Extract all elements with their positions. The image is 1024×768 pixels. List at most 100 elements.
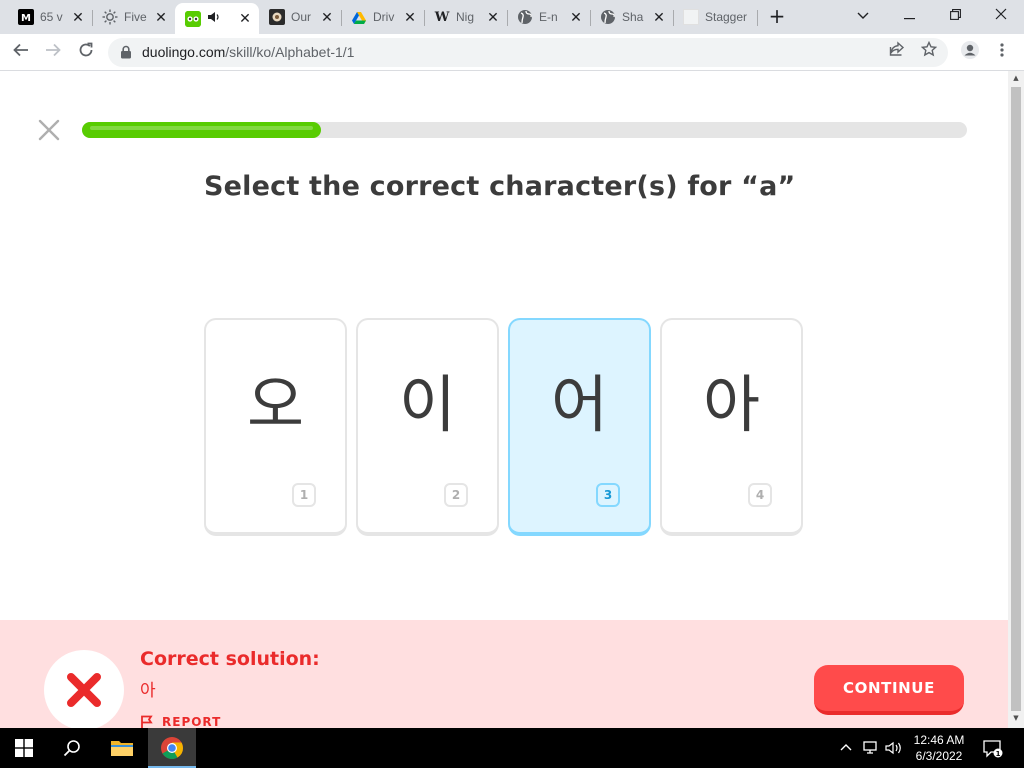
back-button[interactable] <box>8 40 34 66</box>
progress-fill <box>82 122 321 138</box>
chrome-taskbar-button[interactable] <box>148 728 196 768</box>
audio-playing-icon[interactable] <box>207 11 237 26</box>
new-tab-button[interactable]: + <box>766 5 788 27</box>
feedback-panel: Correct solution: 아 REPORT CONTINUE <box>0 620 1008 728</box>
close-icon[interactable]: ✕ <box>485 9 501 26</box>
correct-solution-text: 아 <box>140 681 156 701</box>
continue-button[interactable]: CONTINUE <box>814 665 964 715</box>
tab-title: Our <box>291 10 312 24</box>
close-icon <box>38 119 60 141</box>
choice-character: 어 <box>550 368 609 441</box>
close-icon[interactable]: ✕ <box>237 10 253 27</box>
medium-icon: M <box>18 9 34 25</box>
file-explorer-button[interactable] <box>98 728 146 768</box>
globe-icon <box>517 9 533 25</box>
page-scrollbar[interactable]: ▲ ▼ <box>1008 71 1024 728</box>
challenge-prompt: Select the correct character(s) for “a” <box>204 171 796 202</box>
tab-title: 65 v <box>40 10 63 24</box>
scrollbar-thumb[interactable] <box>1011 87 1021 711</box>
close-icon[interactable]: ✕ <box>402 9 418 26</box>
tab-wikipedia[interactable]: W Nig ✕ <box>424 3 508 31</box>
quit-lesson-button[interactable] <box>36 117 62 143</box>
browser-tab-strip: M 65 v ✕ Five ✕ ✕ Our ✕ Driv ✕ W Nig ✕ E… <box>0 0 1024 34</box>
tab-medium[interactable]: M 65 v ✕ <box>8 3 93 31</box>
tab-title: Five <box>124 10 147 24</box>
tab-title: Stagger <box>705 10 748 24</box>
report-button[interactable]: REPORT <box>140 715 221 728</box>
svg-text:M: M <box>21 13 31 24</box>
windows-taskbar: 12:46 AM 6/3/2022 1 <box>0 728 1024 768</box>
action-center-button[interactable]: 1 <box>982 740 1004 758</box>
browser-toolbar: duolingo.com/skill/ko/Alphabet-1/1 <box>0 34 1024 71</box>
profile-button[interactable] <box>957 40 983 66</box>
reload-icon <box>79 42 93 57</box>
photo-icon <box>269 9 285 25</box>
tab-sha[interactable]: Sha ✕ <box>590 3 674 31</box>
tab-title: Sha <box>622 10 644 24</box>
taskbar-clock[interactable]: 12:46 AM 6/3/2022 <box>900 732 978 764</box>
windows-logo-icon <box>15 739 33 757</box>
globe-icon <box>600 9 616 25</box>
choice-list: 오 1 이 2 어 3 아 4 <box>204 318 804 538</box>
taskbar-search-button[interactable] <box>48 728 96 768</box>
network-icon[interactable] <box>862 740 880 756</box>
tab-search-button[interactable] <box>840 0 886 30</box>
tab-drive[interactable]: Driv ✕ <box>341 3 425 31</box>
forward-button[interactable] <box>40 40 66 66</box>
choice-card-2[interactable]: 이 2 <box>356 318 499 536</box>
lock-icon[interactable] <box>119 45 133 59</box>
report-label: REPORT <box>162 715 222 728</box>
close-icon[interactable]: ✕ <box>568 9 584 26</box>
restore-icon <box>949 9 961 20</box>
browser-menu-button[interactable] <box>989 40 1015 66</box>
choice-character: 이 <box>398 368 457 441</box>
clock-time: 12:46 AM <box>913 733 965 747</box>
choice-card-1[interactable]: 오 1 <box>204 318 347 536</box>
close-icon <box>995 8 1007 20</box>
back-arrow-icon <box>13 43 28 57</box>
scroll-down-arrow-icon[interactable]: ▼ <box>1008 714 1024 722</box>
choice-card-3[interactable]: 어 3 <box>508 318 651 536</box>
choice-card-4[interactable]: 아 4 <box>660 318 803 536</box>
correct-solution-heading: Correct solution: <box>140 648 320 670</box>
minimize-button[interactable] <box>886 0 932 30</box>
share-icon[interactable] <box>886 41 908 63</box>
url-text[interactable]: duolingo.com/skill/ko/Alphabet-1/1 <box>142 38 354 67</box>
close-icon[interactable]: ✕ <box>319 9 335 26</box>
tab-title: Driv <box>373 10 395 24</box>
folder-icon <box>111 741 133 756</box>
show-hidden-icons-button[interactable] <box>838 740 854 756</box>
minimize-icon <box>903 18 915 20</box>
close-window-button[interactable] <box>978 0 1024 30</box>
close-icon[interactable]: ✕ <box>70 9 86 26</box>
clock-date: 6/3/2022 <box>915 749 963 763</box>
restore-button[interactable] <box>932 0 978 30</box>
tab-separator <box>757 10 758 26</box>
tab-en[interactable]: E-n ✕ <box>507 3 591 31</box>
close-icon[interactable]: ✕ <box>153 9 169 26</box>
choice-key-hint: 1 <box>292 483 316 507</box>
lesson-page: Select the correct character(s) for “a” … <box>0 71 1008 728</box>
more-vert-icon <box>1000 43 1004 57</box>
choice-character: 오 <box>246 368 305 441</box>
avatar-icon <box>961 41 979 59</box>
tab-our[interactable]: Our ✕ <box>259 3 342 31</box>
tab-duolingo[interactable]: ✕ <box>175 3 259 34</box>
start-button[interactable] <box>0 728 48 768</box>
forward-arrow-icon <box>46 43 61 57</box>
chevron-up-icon <box>840 744 852 751</box>
tab-stagger[interactable]: Stagger <box>673 3 758 31</box>
drive-icon <box>351 9 367 25</box>
scroll-up-arrow-icon[interactable]: ▲ <box>1008 74 1024 82</box>
choice-key-hint: 4 <box>748 483 772 507</box>
close-icon[interactable]: ✕ <box>651 9 667 26</box>
address-bar[interactable]: duolingo.com/skill/ko/Alphabet-1/1 <box>108 38 948 67</box>
search-icon <box>63 740 80 757</box>
bookmark-star-icon[interactable] <box>918 40 940 63</box>
tab-five[interactable]: Five ✕ <box>92 3 175 31</box>
choice-character: 아 <box>702 368 761 441</box>
reload-button[interactable] <box>73 40 99 66</box>
tab-title: Nig <box>456 10 475 24</box>
sun-icon <box>102 9 118 25</box>
flag-icon <box>141 715 153 728</box>
